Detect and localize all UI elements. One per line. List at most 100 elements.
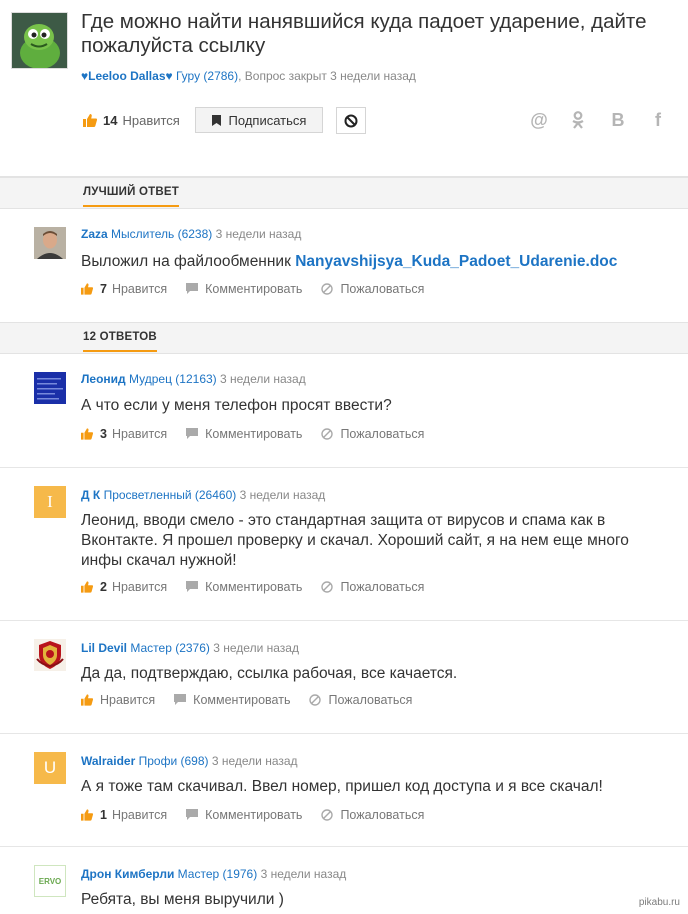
answer-actions: Нравится Комментировать Пожаловаться [81, 692, 431, 708]
answer-meta: Леонид Мудрец (12163) 3 недели назад [81, 372, 306, 386]
like-button[interactable]: 1 Нравится [81, 808, 167, 822]
subscribe-button[interactable]: Подписаться [195, 107, 323, 133]
subscribe-label: Подписаться [228, 112, 307, 128]
list-item: Lil Devil Мастер (2376) 3 недели назад Д… [0, 621, 688, 733]
answer-author-rank: Мастер (1976) [177, 867, 258, 881]
watermark: pikabu.ru [638, 897, 680, 908]
answer-author-rank: Мудрец (12163) [129, 372, 217, 386]
thumbs-up-icon [81, 283, 93, 295]
share-vk-icon[interactable]: B [608, 110, 628, 130]
answer-author-link[interactable]: Lil Devil [81, 641, 127, 655]
best-answer: Zaza Мыслитель (6238) 3 недели назад Выл… [0, 209, 688, 322]
report-icon [321, 809, 334, 821]
answer-author-link[interactable]: Walraider [81, 754, 135, 768]
question-likes-count: 14 [103, 113, 118, 128]
like-button[interactable]: 3 Нравится [81, 427, 167, 441]
like-button[interactable]: 2 Нравится [81, 580, 167, 594]
question-author-link[interactable]: ♥Leeloo Dallas♥ [81, 69, 173, 83]
comment-icon [186, 428, 199, 439]
report-button[interactable]: Пожаловаться [321, 808, 424, 822]
best-answer-meta: Zaza Мыслитель (6238) 3 недели назад [81, 227, 301, 241]
question-author-avatar[interactable] [11, 12, 68, 69]
report-label: Пожаловаться [328, 693, 413, 707]
comment-button[interactable]: Комментировать [186, 427, 302, 441]
thumbs-up-icon [83, 114, 97, 127]
comment-label: Комментировать [205, 427, 303, 441]
thumbs-up-icon [81, 581, 93, 593]
share-mail-icon[interactable]: @ [529, 110, 549, 130]
answers-tab[interactable]: 12 ОТВЕТОВ [83, 331, 157, 352]
comment-button[interactable]: Комментировать [186, 580, 302, 594]
best-answer-tab[interactable]: ЛУЧШИЙ ОТВЕТ [83, 186, 179, 207]
block-button[interactable] [336, 107, 366, 134]
answer-author-link[interactable]: Д К [81, 488, 100, 502]
avatar[interactable]: U [34, 752, 66, 784]
avatar[interactable] [34, 372, 66, 404]
comment-button[interactable]: Комментировать [186, 282, 302, 296]
answer-author-rank: Мастер (2376) [130, 641, 210, 655]
like-button[interactable]: Нравится [81, 693, 155, 707]
list-item: ERVO Дрон Кимберли Мастер (1976) 3 недел… [0, 847, 688, 914]
report-label: Пожаловаться [340, 580, 425, 594]
comment-label: Комментировать [205, 282, 303, 296]
like-label: Нравится [111, 427, 168, 441]
question-header: Где можно найти нанявшийся куда падоет у… [0, 0, 688, 177]
best-answer-actions: 7 Нравится Комментировать Пожаловаться [81, 281, 443, 297]
answer-text: Леонид, вводи смело - это стандартная за… [81, 512, 629, 569]
avatar[interactable] [34, 639, 66, 671]
answer-meta: Д К Просветленный (26460) 3 недели назад [81, 488, 325, 502]
question-actions: 14 Нравится Подписаться @ B f [81, 107, 668, 135]
report-icon [309, 694, 322, 706]
best-answer-text: Выложил на файлообменник Nanyavshijsya_K… [81, 252, 661, 272]
report-button[interactable]: Пожаловаться [321, 427, 424, 441]
question-status: , Вопрос закрыт 3 недели назад [238, 69, 416, 83]
report-button[interactable]: Пожаловаться [321, 282, 424, 296]
like-button[interactable]: 7 Нравится [81, 282, 167, 296]
thumbs-up-icon [81, 428, 93, 440]
answer-author-link[interactable]: Леонид [81, 372, 126, 386]
answer-actions: 1 Нравится Комментировать Пожаловаться [81, 807, 443, 823]
avatar[interactable] [34, 227, 66, 259]
comment-button[interactable]: Комментировать [186, 808, 302, 822]
report-icon [321, 428, 334, 440]
best-answer-section-bar: ЛУЧШИЙ ОТВЕТ [0, 177, 688, 209]
like-label: Нравится [100, 693, 156, 707]
answer-author-link[interactable]: Дрон Кимберли [81, 867, 174, 881]
answer-meta: Walraider Профи (698) 3 недели назад [81, 754, 298, 768]
like-label: Нравится [111, 808, 168, 822]
share-facebook-icon[interactable]: f [648, 110, 668, 130]
answer-time: 3 недели назад [211, 754, 298, 768]
answer-time: 3 недели назад [213, 641, 299, 655]
list-item: I Д К Просветленный (26460) 3 недели наз… [0, 468, 688, 620]
answer-time: 3 недели назад [215, 227, 302, 241]
share-odnoklassniki-icon[interactable] [568, 110, 588, 130]
answer-time: 3 недели назад [220, 372, 306, 386]
comment-icon [186, 809, 199, 820]
thumbs-up-icon [81, 809, 93, 821]
list-item: U Walraider Профи (698) 3 недели назад А… [0, 734, 688, 846]
report-button[interactable]: Пожаловаться [321, 580, 424, 594]
answer-meta: Lil Devil Мастер (2376) 3 недели назад [81, 641, 299, 655]
thumbs-up-icon [81, 694, 93, 706]
answers-list: Леонид Мудрец (12163) 3 недели назад А ч… [0, 354, 688, 914]
avatar[interactable]: ERVO [34, 865, 66, 897]
answer-author-link[interactable]: Zaza [81, 227, 108, 241]
answer-author-rank: Просветленный (26460) [103, 488, 237, 502]
question-like-label: Нравится [122, 113, 180, 128]
answer-author-rank: Мыслитель (6238) [111, 227, 213, 241]
answers-section-bar: 12 ОТВЕТОВ [0, 322, 688, 354]
report-button[interactable]: Пожаловаться [309, 693, 412, 707]
file-link[interactable]: Nanyavshijsya_Kuda_Padoet_Udarenie.doc [295, 253, 617, 270]
answer-actions: 3 Нравится Комментировать Пожаловаться [81, 426, 443, 442]
likes-count: 2 [100, 580, 107, 594]
report-label: Пожаловаться [340, 808, 425, 822]
question-author-rank: Гуру (2786) [175, 69, 239, 83]
answer-text: А я тоже там скачивал. Ввел номер, прише… [81, 778, 603, 795]
comment-label: Комментировать [205, 580, 303, 594]
avatar[interactable]: I [34, 486, 66, 518]
comment-label: Комментировать [193, 693, 291, 707]
report-label: Пожаловаться [340, 282, 425, 296]
question-like-button[interactable]: 14 Нравится [83, 113, 180, 128]
comment-button[interactable]: Комментировать [174, 693, 290, 707]
answer-time: 3 недели назад [239, 488, 326, 502]
